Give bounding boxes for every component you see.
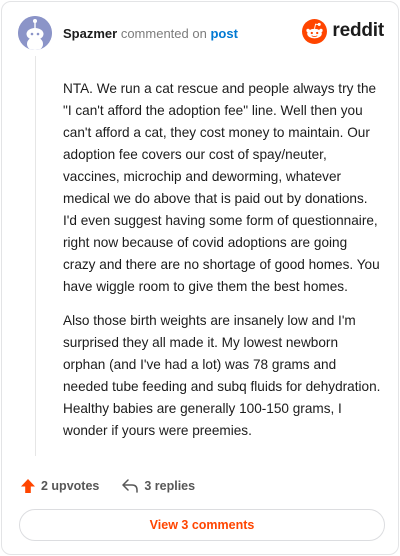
comment-card: Spazmer commented on post reddit NTA. We… xyxy=(1,1,399,555)
upvote-count: 2 upvotes xyxy=(41,479,100,493)
replies-button[interactable]: 3 replies xyxy=(121,478,195,494)
byline: Spazmer commented on post xyxy=(63,26,238,42)
comment-paragraph-2: Also those birth weights are insanely lo… xyxy=(63,313,381,438)
thread-line[interactable] xyxy=(35,56,36,456)
username-link[interactable]: Spazmer xyxy=(63,26,117,41)
view-comments-button[interactable]: View 3 comments xyxy=(19,509,385,541)
snoo-avatar-icon xyxy=(18,16,52,50)
upvote-button[interactable]: 2 upvotes xyxy=(20,478,99,494)
reply-arrow-icon xyxy=(122,479,139,493)
user-avatar[interactable] xyxy=(18,16,52,50)
reddit-logo-icon xyxy=(302,18,328,44)
post-link[interactable]: post xyxy=(210,26,237,41)
comment-paragraph-1: NTA. We run a cat rescue and people alwa… xyxy=(63,81,380,294)
upvote-arrow-icon xyxy=(21,479,35,493)
reddit-brand[interactable]: reddit xyxy=(302,16,384,46)
comment-body: NTA. We run a cat rescue and people alwa… xyxy=(63,78,383,454)
reddit-wordmark: reddit xyxy=(332,20,384,41)
reply-count: 3 replies xyxy=(144,479,196,493)
comment-actions: 2 upvotes 3 replies xyxy=(20,476,217,496)
comment-header: Spazmer commented on post reddit xyxy=(18,16,384,50)
byline-verb: commented on xyxy=(120,26,207,41)
